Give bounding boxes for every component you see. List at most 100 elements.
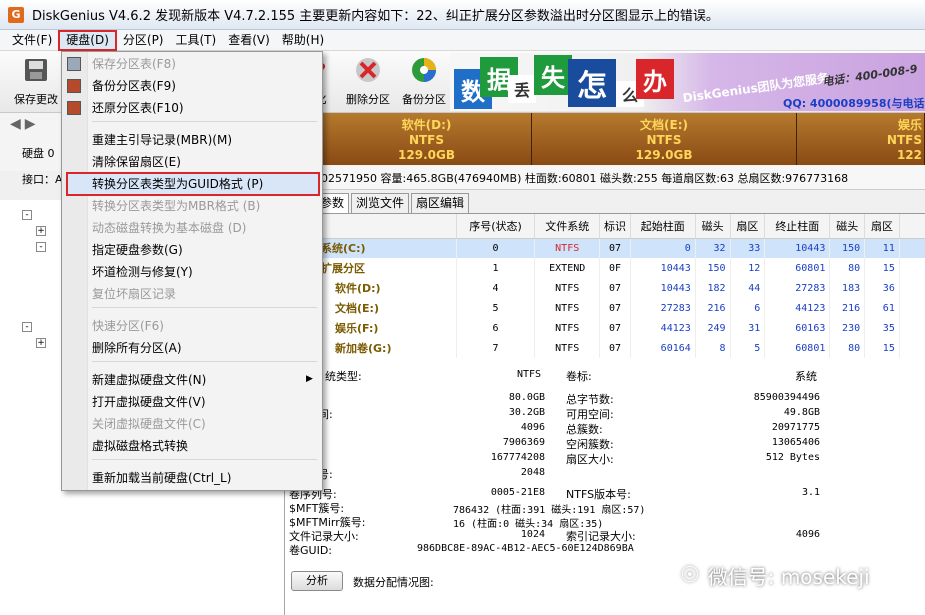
detail-value: 7906369 (502, 437, 545, 448)
save-changes-button[interactable]: 保存更改 (14, 55, 58, 111)
menu-item[interactable]: 转换分区表类型为GUID格式 (P) (92, 174, 263, 194)
partition-table-icon (67, 79, 81, 93)
tab-browse-files[interactable]: 浏览文件 (351, 193, 410, 213)
menu-item[interactable]: 重建主引导记录(MBR)(M) (92, 130, 232, 150)
col-header[interactable]: 磁头 (829, 214, 866, 239)
table-cell: 4. (899, 338, 925, 358)
fs-type-value: NTFS (517, 369, 542, 380)
table-cell: 129. (899, 278, 925, 298)
back-arrow-icon[interactable]: ◀ (10, 116, 21, 132)
table-cell: 385. (899, 258, 925, 278)
save-icon (21, 55, 51, 85)
col-header[interactable]: 磁头 (695, 214, 731, 239)
tab-bar: 参数 浏览文件 扇区编辑 (285, 193, 925, 213)
tree-expand-icon[interactable]: + (36, 226, 46, 236)
detail-value: 80.0GB (508, 392, 545, 403)
menu-view[interactable]: 查看(V) (222, 30, 276, 51)
table-cell: 60801 (764, 258, 831, 278)
detail-value: 786432 (柱面:391 磁头:191 扇区:57) (453, 505, 646, 516)
menu-item[interactable]: 虚拟磁盘格式转换 (92, 436, 188, 456)
table-row[interactable]: 系统(C:)0NTFS0703233104431501180. (285, 238, 925, 258)
tree-expand-icon[interactable]: + (36, 338, 46, 348)
menu-separator (92, 121, 317, 122)
table-cell: 0 (630, 238, 696, 258)
table-row[interactable]: 扩展分区1EXTEND0F1044315012608018015385. (285, 258, 925, 278)
segment-size: 129.0GB (398, 148, 455, 162)
partition-segment[interactable]: 娱乐 NTFS 122 (797, 113, 925, 165)
table-cell: 122. (899, 318, 925, 338)
menu-tools[interactable]: 工具(T) (170, 30, 223, 51)
banner-char: 丢 (508, 75, 536, 103)
analyze-button[interactable]: 分析 (291, 571, 343, 591)
disk-menu-dropdown: 保存分区表(F8) 备份分区表(F9) 还原分区表(F10) 重建主引导记录(MBR)… (61, 51, 323, 491)
tree-collapse-icon[interactable]: - (22, 210, 32, 220)
menu-item[interactable]: 新建虚拟硬盘文件(N) (92, 370, 206, 390)
menu-icon-gutter (62, 52, 88, 490)
fs-type-label: 统类型: (325, 370, 362, 383)
table-cell: 07 (599, 278, 631, 298)
menu-item: 转换分区表类型为MBR格式 (B) (92, 199, 261, 213)
table-cell: 10443 (630, 278, 696, 298)
delete-partition-button[interactable]: 删除分区 (346, 55, 390, 111)
table-cell: NTFS (534, 338, 601, 358)
menu-help[interactable]: 帮助(H) (276, 30, 330, 51)
table-cell: 07 (599, 238, 631, 258)
detail-key: 空闲簇数: (566, 438, 614, 451)
promo-banner[interactable]: 数 据 丢 失 怎 么 办 DiskGenius团队为您服务 电话：400-00… (450, 53, 925, 111)
table-row[interactable]: 软件(D:)4NTFS0710443182442728318336129. (285, 278, 925, 298)
detail-value: 512 Bytes (765, 452, 820, 463)
menu-item[interactable]: 还原分区表(F10) (92, 98, 184, 118)
col-header[interactable]: 起始柱面 (630, 214, 696, 239)
menu-item: 关闭虚拟硬盘文件(C) (92, 417, 206, 431)
table-cell: 27283 (630, 298, 696, 318)
partition-table-icon (67, 101, 81, 115)
table-cell: 60164 (630, 338, 696, 358)
menu-item[interactable]: 指定硬盘参数(G) (92, 240, 183, 260)
col-header[interactable]: 标识 (599, 214, 631, 239)
table-cell: 0F (599, 258, 631, 278)
menu-item[interactable]: 清除保留扇区(E) (92, 152, 181, 172)
interface-label: 接口：A (22, 173, 63, 186)
banner-char: 办 (636, 59, 674, 99)
menu-item: 复位坏扇区记录 (92, 287, 177, 301)
menu-item[interactable]: 备份分区表(F9) (92, 76, 176, 96)
detail-key: NTFS版本号: (566, 488, 631, 501)
detail-value: 4096 (520, 422, 545, 433)
alloc-map-label: 数据分配情况图: (353, 576, 434, 589)
table-row[interactable]: 新加卷(G:)7NTFS0760164856080180154. (285, 338, 925, 358)
detail-value: 4096 (795, 529, 820, 540)
partition-segment[interactable]: 文档(E:) NTFS 129.0GB (532, 113, 797, 165)
col-header[interactable]: 容 (899, 214, 925, 239)
tree-collapse-icon[interactable]: - (22, 322, 32, 332)
table-cell: 33 (730, 238, 766, 258)
col-header[interactable]: 文件系统 (534, 214, 601, 239)
menu-item[interactable]: 删除所有分区(A) (92, 338, 182, 358)
table-cell: 07 (599, 298, 631, 318)
forward-arrow-icon[interactable]: ▶ (25, 116, 36, 132)
menu-item[interactable]: 打开虚拟硬盘文件(V) (92, 392, 206, 412)
detail-key: 扇区大小: (566, 453, 614, 466)
menu-bar: 文件(F) 硬盘(D) 分区(P) 工具(T) 查看(V) 帮助(H) (0, 29, 925, 51)
menu-partition[interactable]: 分区(P) (117, 30, 170, 51)
delete-partition-icon (353, 55, 383, 85)
tree-collapse-icon[interactable]: - (36, 242, 46, 252)
menu-item[interactable]: 坏道检测与修复(Y) (92, 262, 193, 282)
table-row[interactable]: 文档(E:)5NTFS072728321664412321661129. (285, 298, 925, 318)
table-row[interactable]: 娱乐(F:)6NTFS0744123249316016323035122. (285, 318, 925, 338)
col-header[interactable]: 扇区 (730, 214, 766, 239)
col-header[interactable]: 扇区 (864, 214, 900, 239)
backup-partition-button[interactable]: 备份分区 (402, 55, 446, 111)
col-header[interactable]: 序号(状态) (456, 214, 536, 239)
col-header[interactable]: 终止柱面 (764, 214, 831, 239)
detail-value: 20971775 (771, 422, 820, 433)
menu-disk[interactable]: 硬盘(D) (58, 29, 117, 51)
tab-sector-edit[interactable]: 扇区编辑 (411, 193, 470, 213)
partition-segment[interactable]: 软件(D:) NTFS 129.0GB (322, 113, 532, 165)
menu-item[interactable]: 重新加载当前硬盘(Ctrl_L) (92, 468, 231, 488)
menu-file[interactable]: 文件(F) (6, 30, 58, 51)
partition-map[interactable]: 软件(D:) NTFS 129.0GB 文档(E:) NTFS 129.0GB … (322, 113, 925, 165)
detail-value: 986DBC8E-89AC-4B12-AEC5-60E124D869BA (417, 543, 634, 554)
detail-value: 1024 (520, 529, 545, 540)
table-cell: 60801 (764, 338, 831, 358)
table-cell: 8 (695, 338, 731, 358)
